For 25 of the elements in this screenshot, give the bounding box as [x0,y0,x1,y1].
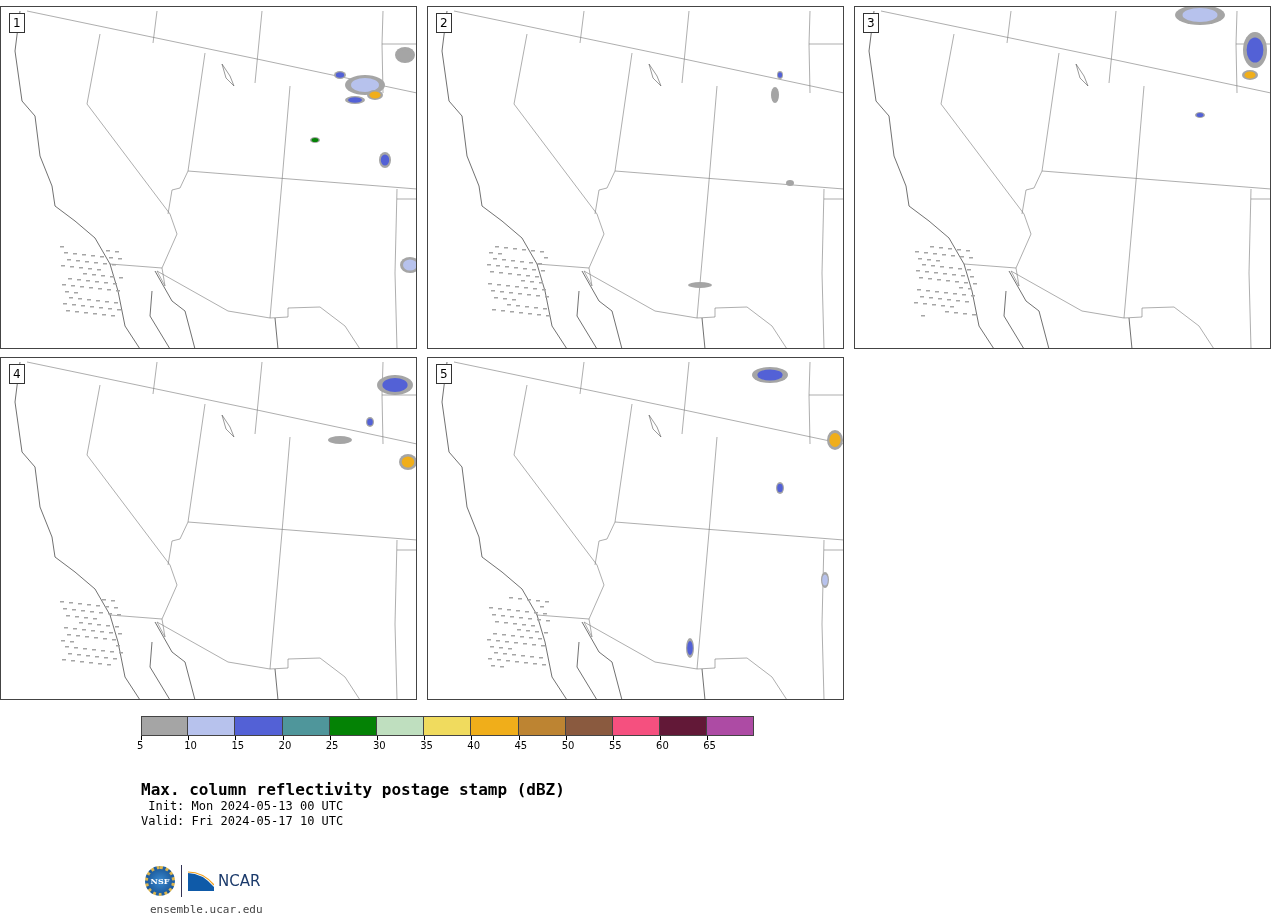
colorbar-tick-label: 15 [231,740,245,751]
colorbar-tick-label: 40 [467,740,481,751]
panel-number: 3 [863,13,879,33]
colorbar-tick-label: 50 [561,740,575,751]
init-time: Init: Mon 2024-05-13 00 UTC [147,799,344,814]
colorbar-tick-label: 60 [656,740,669,751]
seal-logo: NSF [145,866,175,896]
panel-number: 5 [436,364,452,384]
colorbar-tick-label: 65 [703,740,716,751]
panel-number: 4 [9,364,25,384]
colorbar-tick-label: 35 [420,740,433,751]
panel-number: 2 [436,13,452,33]
colorbar-tick-label: 55 [608,740,622,751]
chart-title: Max. column reflectivity postage stamp (dBZ) [141,781,565,799]
colorbar-tick-label: 5 [137,740,144,751]
colorbar-tick-label: 20 [278,740,292,751]
valid-time: Valid: Fri 2024-05-17 10 UTC [141,814,344,829]
colorbar-tick-label: 10 [184,740,197,751]
colorbar-tick-label: 30 [372,740,386,751]
swoosh-logo-icon [188,871,214,891]
colorbar-tick-label: 45 [514,740,528,751]
panel-number: 1 [9,13,25,33]
colorbar-tick-label: 25 [325,740,339,751]
site-url: ensemble.ucar.edu [150,903,263,916]
ncar-wordmark: NCAR [218,872,261,890]
